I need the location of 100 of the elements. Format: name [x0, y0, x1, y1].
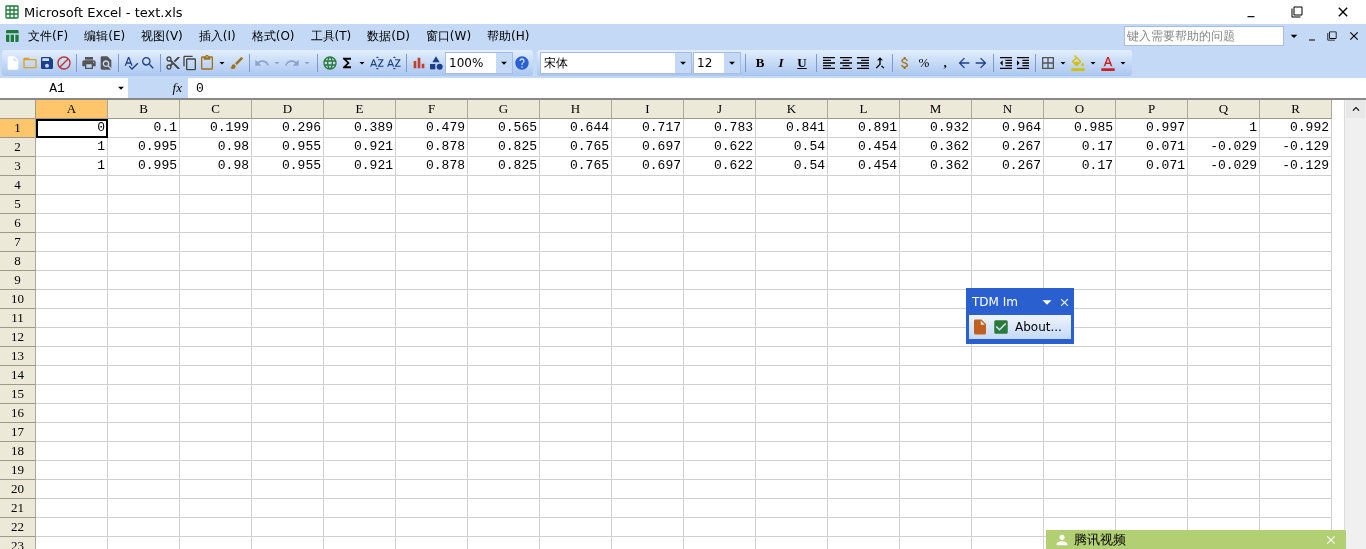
table-cell[interactable] [108, 233, 180, 252]
table-cell[interactable] [684, 233, 756, 252]
table-cell[interactable] [972, 195, 1044, 214]
table-cell[interactable] [540, 328, 612, 347]
table-cell[interactable] [468, 214, 540, 233]
table-cell[interactable] [828, 214, 900, 233]
column-header[interactable]: R [1260, 100, 1332, 119]
table-cell[interactable] [540, 366, 612, 385]
table-cell[interactable]: 0.54 [756, 138, 828, 157]
table-cell[interactable] [756, 233, 828, 252]
table-cell[interactable] [540, 480, 612, 499]
table-cell[interactable] [396, 461, 468, 480]
table-cell[interactable] [1044, 423, 1116, 442]
table-cell[interactable] [252, 195, 324, 214]
table-cell[interactable] [1188, 195, 1260, 214]
table-cell[interactable] [324, 385, 396, 404]
table-cell[interactable] [1116, 385, 1188, 404]
table-cell[interactable] [252, 385, 324, 404]
table-cell[interactable] [36, 423, 108, 442]
table-cell[interactable] [756, 404, 828, 423]
table-cell[interactable] [540, 347, 612, 366]
table-cell[interactable] [468, 366, 540, 385]
workbook-icon[interactable] [4, 28, 20, 44]
table-cell[interactable] [396, 271, 468, 290]
table-cell[interactable] [684, 499, 756, 518]
table-cell[interactable] [1188, 480, 1260, 499]
table-cell[interactable] [36, 214, 108, 233]
table-cell[interactable] [468, 233, 540, 252]
table-cell[interactable] [1188, 309, 1260, 328]
table-cell[interactable] [108, 347, 180, 366]
table-cell[interactable] [756, 385, 828, 404]
table-cell[interactable] [252, 480, 324, 499]
table-cell[interactable] [396, 480, 468, 499]
table-cell[interactable] [1188, 347, 1260, 366]
table-cell[interactable] [324, 404, 396, 423]
table-cell[interactable] [1260, 328, 1332, 347]
table-cell[interactable] [1260, 423, 1332, 442]
table-cell[interactable] [900, 404, 972, 423]
table-cell[interactable] [972, 423, 1044, 442]
table-cell[interactable] [1188, 423, 1260, 442]
table-cell[interactable] [1188, 366, 1260, 385]
table-cell[interactable] [1044, 347, 1116, 366]
table-cell[interactable]: 0.454 [828, 157, 900, 176]
italic-button[interactable]: I [771, 52, 791, 74]
table-cell[interactable] [252, 252, 324, 271]
table-cell[interactable] [180, 385, 252, 404]
table-cell[interactable] [108, 252, 180, 271]
table-cell[interactable] [180, 480, 252, 499]
table-cell[interactable] [396, 404, 468, 423]
table-cell[interactable] [36, 309, 108, 328]
table-cell[interactable] [900, 214, 972, 233]
table-cell[interactable] [1044, 442, 1116, 461]
table-cell[interactable]: 0.995 [108, 138, 180, 157]
table-cell[interactable]: 0.891 [828, 119, 900, 138]
table-cell[interactable] [396, 366, 468, 385]
table-cell[interactable] [36, 271, 108, 290]
print-preview-icon[interactable] [98, 55, 114, 71]
table-cell[interactable] [1044, 214, 1116, 233]
row-header[interactable]: 5 [0, 195, 36, 214]
align-right-icon[interactable] [855, 55, 871, 71]
table-cell[interactable] [612, 328, 684, 347]
table-cell[interactable] [36, 176, 108, 195]
table-cell[interactable] [36, 404, 108, 423]
table-cell[interactable] [324, 214, 396, 233]
table-cell[interactable] [108, 366, 180, 385]
hyperlink-icon[interactable] [322, 55, 338, 71]
table-cell[interactable] [36, 290, 108, 309]
table-cell[interactable] [684, 271, 756, 290]
table-cell[interactable] [684, 518, 756, 537]
table-cell[interactable] [756, 499, 828, 518]
vertical-scrollbar[interactable] [1344, 100, 1366, 549]
table-cell[interactable] [324, 347, 396, 366]
row-header[interactable]: 9 [0, 271, 36, 290]
table-cell[interactable]: 0.932 [900, 119, 972, 138]
table-cell[interactable] [1116, 271, 1188, 290]
row-header[interactable]: 21 [0, 499, 36, 518]
table-cell[interactable]: 0.267 [972, 157, 1044, 176]
table-cell[interactable]: 0.955 [252, 157, 324, 176]
table-cell[interactable] [1044, 366, 1116, 385]
table-cell[interactable]: 0.296 [252, 119, 324, 138]
row-header[interactable]: 15 [0, 385, 36, 404]
table-cell[interactable] [252, 404, 324, 423]
table-cell[interactable] [828, 252, 900, 271]
table-cell[interactable] [108, 480, 180, 499]
table-cell[interactable] [1260, 290, 1332, 309]
table-cell[interactable] [1044, 385, 1116, 404]
table-cell[interactable] [828, 480, 900, 499]
table-cell[interactable] [252, 499, 324, 518]
table-cell[interactable] [252, 518, 324, 537]
save-icon[interactable] [39, 55, 55, 71]
table-cell[interactable] [1260, 442, 1332, 461]
row-header[interactable]: 14 [0, 366, 36, 385]
table-cell[interactable] [1188, 461, 1260, 480]
table-cell[interactable] [108, 442, 180, 461]
table-cell[interactable] [108, 461, 180, 480]
table-cell[interactable] [756, 366, 828, 385]
table-cell[interactable] [180, 309, 252, 328]
column-header[interactable]: C [180, 100, 252, 119]
table-cell[interactable]: 0.992 [1260, 119, 1332, 138]
table-cell[interactable] [1116, 461, 1188, 480]
